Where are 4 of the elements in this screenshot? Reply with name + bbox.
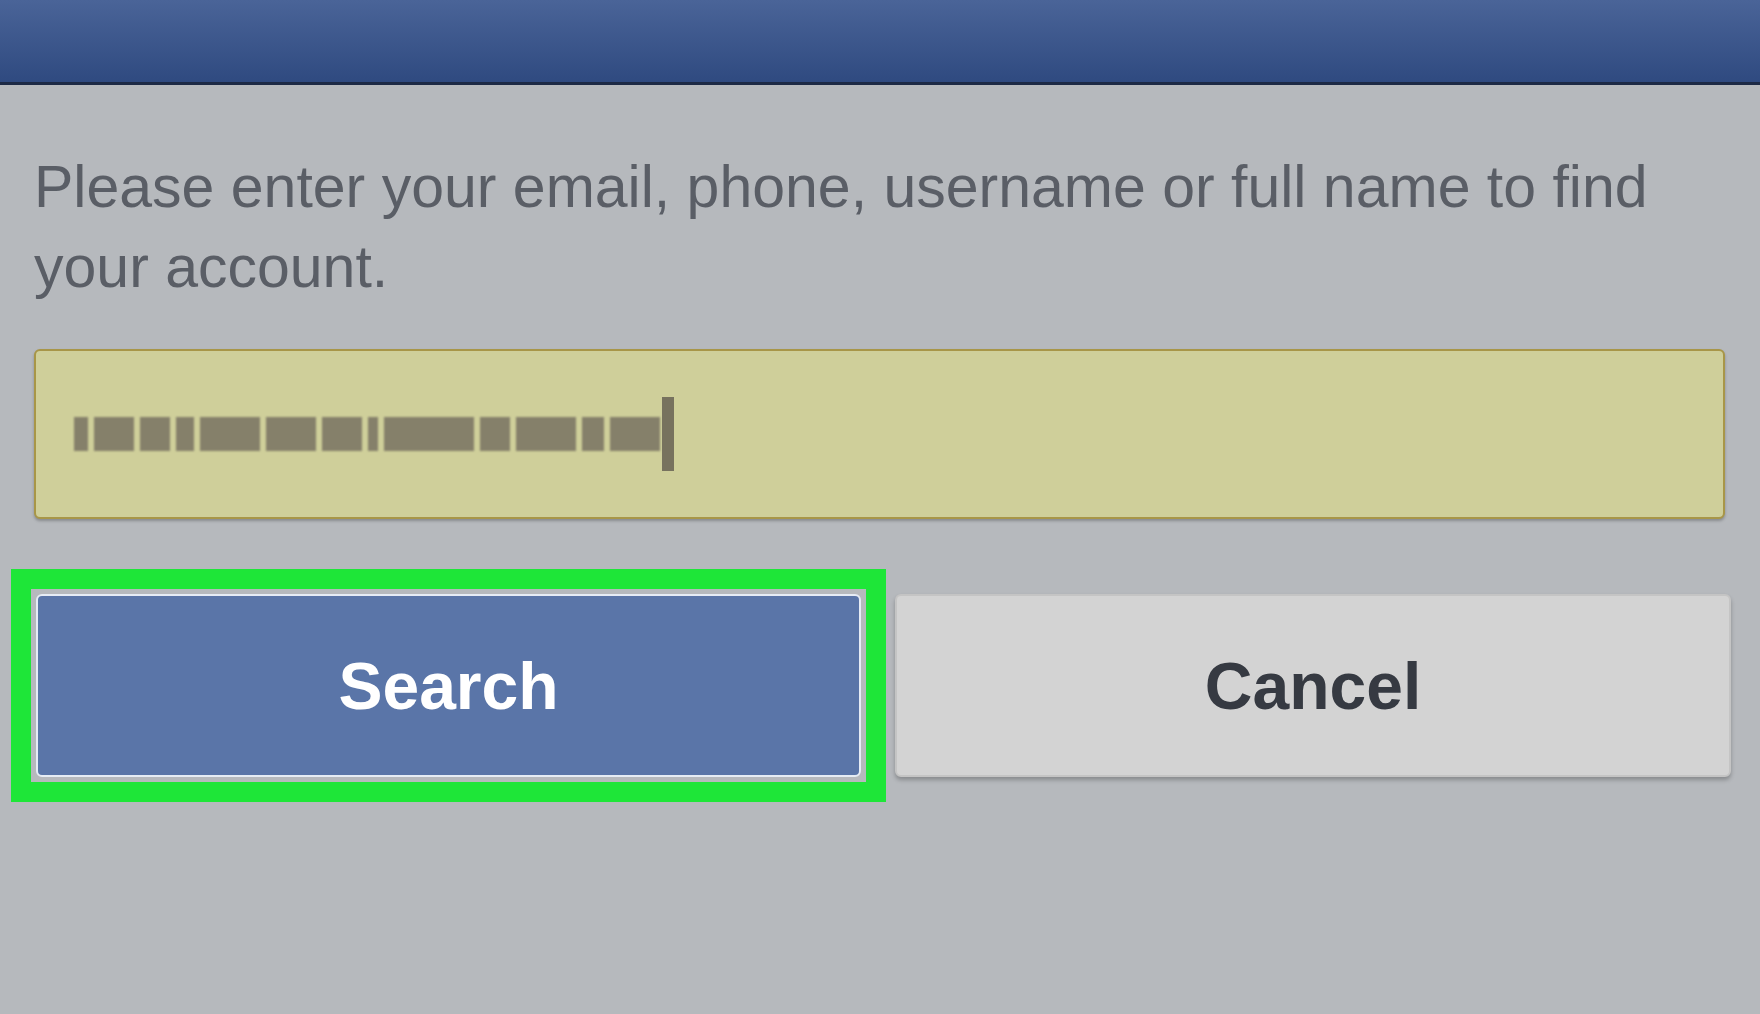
cancel-button[interactable]: Cancel: [895, 594, 1731, 777]
instruction-text: Please enter your email, phone, username or full name to find your account.: [34, 153, 1649, 302]
search-button[interactable]: Search: [36, 594, 861, 777]
input-field[interactable]: [34, 349, 1725, 519]
